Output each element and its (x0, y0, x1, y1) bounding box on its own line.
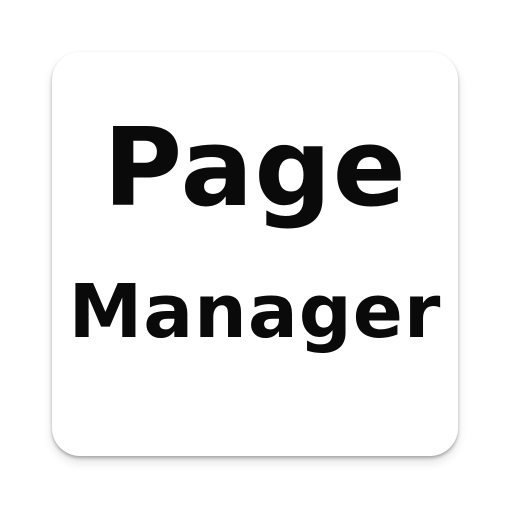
app-icon-title-line1: Page (103, 106, 407, 231)
app-icon-title-line2: Manager (68, 269, 442, 355)
app-icon[interactable]: Page Manager (52, 52, 458, 456)
canvas: Page Manager (0, 0, 512, 512)
